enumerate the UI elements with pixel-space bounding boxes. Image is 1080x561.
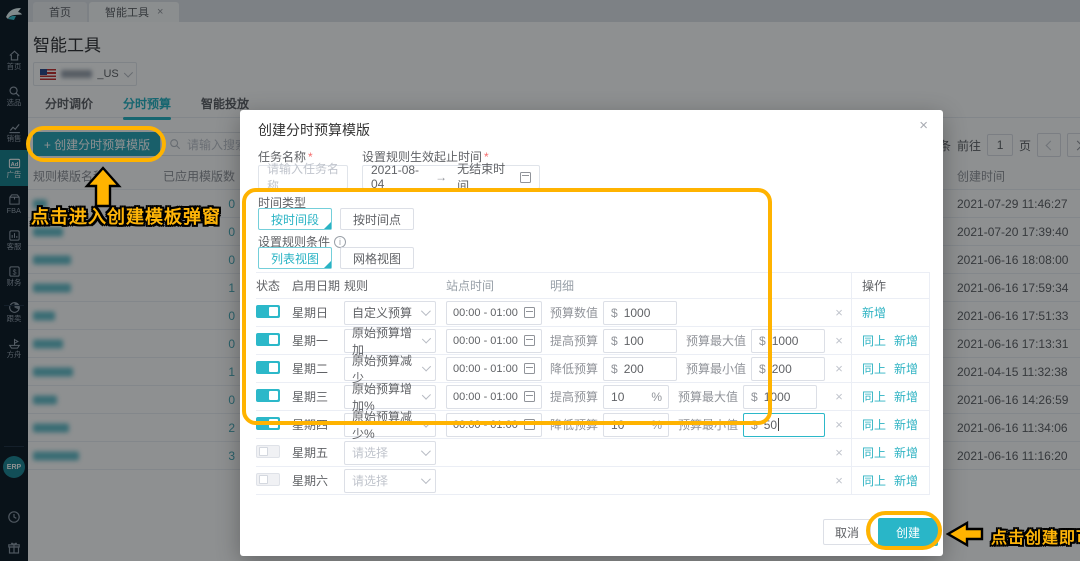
chevron-down-icon xyxy=(420,446,431,457)
close-icon[interactable]: × xyxy=(919,118,928,133)
budget-rule-row: 星期五 请选择 × 同上 新增 xyxy=(256,439,930,467)
start-date: 2021-08-04 xyxy=(371,163,420,191)
date-range-picker[interactable]: 2021-08-04 → 无结束时间 xyxy=(362,162,540,193)
op-link-add[interactable]: 新增 xyxy=(894,388,918,405)
modal-title: 创建分时预算模版 xyxy=(258,122,370,138)
enable-toggle[interactable] xyxy=(256,444,280,458)
highlight-oval-create-button xyxy=(866,511,942,550)
highlight-rect-rule-settings xyxy=(242,188,772,425)
app-window: 首页 选品 销售 Ad 广告 FBA 客服 $ 财务 跟卖 方舟 ERP 首页 智能工具 × 智能工具 … xyxy=(0,0,1080,561)
enable-toggle[interactable] xyxy=(256,472,280,486)
op-link-same-as-above[interactable]: 同上 xyxy=(862,416,886,433)
col-operation: 操作 xyxy=(851,273,929,298)
op-link-same-as-above[interactable]: 同上 xyxy=(862,472,886,489)
rule-select[interactable]: 请选择 xyxy=(344,468,436,493)
delete-row-icon[interactable]: × xyxy=(835,445,843,460)
delete-row-icon[interactable]: × xyxy=(835,361,843,376)
delete-row-icon[interactable]: × xyxy=(835,305,843,320)
op-link-add[interactable]: 新增 xyxy=(894,332,918,349)
op-link-same-as-above[interactable]: 同上 xyxy=(862,444,886,461)
op-link-add[interactable]: 新增 xyxy=(894,472,918,489)
op-link-same-as-above[interactable]: 同上 xyxy=(862,332,886,349)
highlight-oval-create-template xyxy=(26,126,166,162)
op-link-add[interactable]: 新增 xyxy=(894,416,918,433)
delete-row-icon[interactable]: × xyxy=(835,417,843,432)
text-cursor xyxy=(778,417,780,431)
op-link-add[interactable]: 新增 xyxy=(894,360,918,377)
day-label: 星期六 xyxy=(292,474,329,488)
rule-select[interactable]: 请选择 xyxy=(344,440,436,465)
annotation-click-create: 点击创建即可 xyxy=(991,530,1080,547)
annotation-open-modal: 点击进入创建模板弹窗 xyxy=(31,207,221,227)
op-link-same-as-above[interactable]: 同上 xyxy=(862,360,886,377)
annotation-arrow-left-icon xyxy=(946,521,984,547)
range-arrow-icon: → xyxy=(435,170,448,184)
task-name-input[interactable]: 请输入任务名称 xyxy=(258,162,348,193)
annotation-arrow-up-icon xyxy=(84,166,122,208)
day-label: 星期五 xyxy=(292,446,329,460)
op-link-add[interactable]: 新增 xyxy=(862,304,886,321)
cancel-button[interactable]: 取消 xyxy=(823,519,871,545)
op-link-add[interactable]: 新增 xyxy=(894,444,918,461)
op-link-same-as-above[interactable]: 同上 xyxy=(862,388,886,405)
chevron-down-icon xyxy=(420,474,431,485)
budget-rule-row: 星期六 请选择 × 同上 新增 xyxy=(256,467,930,495)
calendar-icon xyxy=(520,171,531,183)
delete-row-icon[interactable]: × xyxy=(835,389,843,404)
delete-row-icon[interactable]: × xyxy=(835,473,843,488)
delete-row-icon[interactable]: × xyxy=(835,333,843,348)
